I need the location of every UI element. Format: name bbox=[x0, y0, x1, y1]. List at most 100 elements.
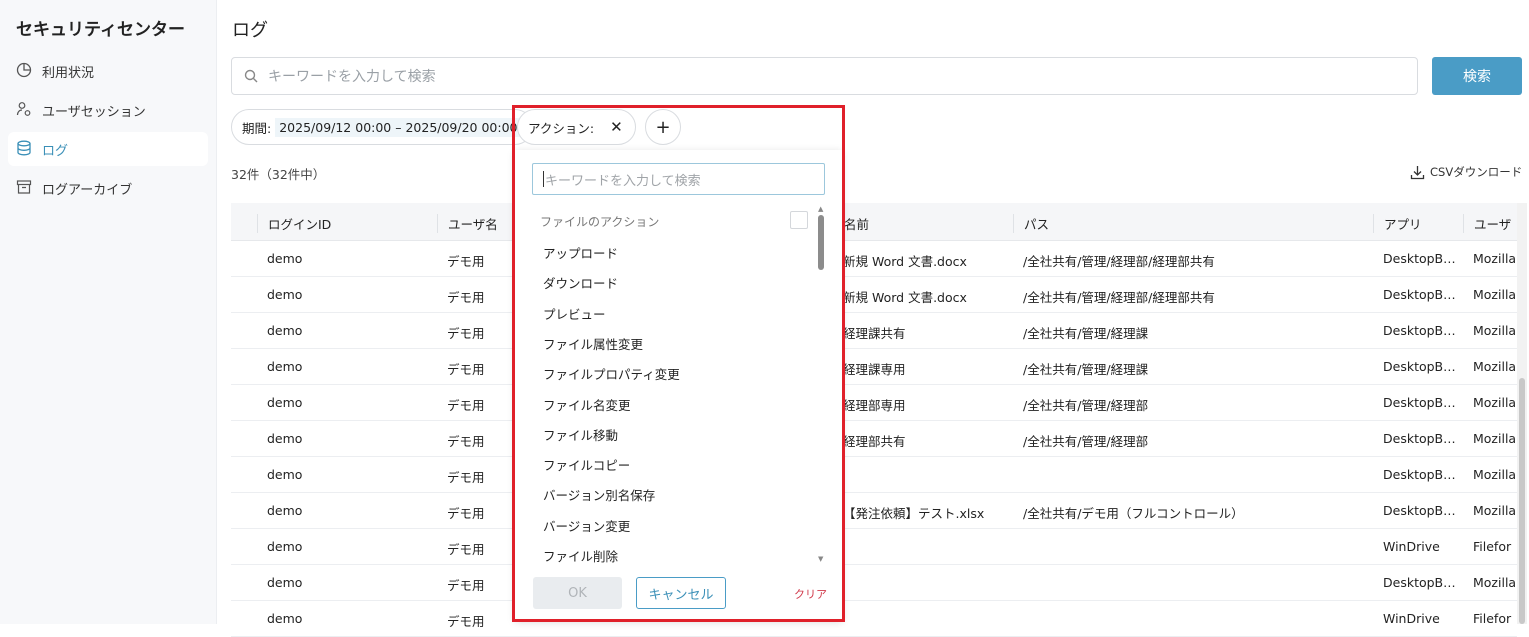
table-row[interactable]: demo デモ用 新規 Word 文書.docx/全社共有/管理/経理部/経理部共有… bbox=[231, 277, 1517, 313]
dropdown-option[interactable]: ファイル名変更 bbox=[543, 395, 631, 414]
column-header-user-name[interactable]: ユーザ名 bbox=[437, 214, 498, 233]
sidebar-item-log-archive[interactable]: ログアーカイブ bbox=[8, 171, 208, 205]
column-header-login-id[interactable]: ログインID bbox=[257, 214, 331, 233]
cell-login-id: demo bbox=[267, 431, 303, 446]
sidebar-item-label: ログ bbox=[42, 143, 69, 159]
table-row[interactable]: demo デモ用 DesktopB… Mozilla bbox=[231, 457, 1517, 493]
cell-name: 経理部共有 bbox=[843, 434, 906, 449]
table-row[interactable]: demo デモ用 WinDrive Filefor bbox=[231, 529, 1517, 565]
table-row[interactable]: demo デモ用 DesktopB… Mozilla bbox=[231, 565, 1517, 601]
csv-download-button[interactable]: CSVダウンロード bbox=[1410, 164, 1522, 180]
column-header-app[interactable]: アプリ bbox=[1373, 214, 1422, 233]
sidebar-item-user-session[interactable]: ユーザセッション bbox=[8, 93, 208, 127]
action-filter-dropdown: キーワードを入力して検索 ファイルのアクション アップロード ダウンロード プレビュ… bbox=[515, 150, 842, 620]
table-row[interactable]: demo デモ用 新規 Word 文書.docx/全社共有/管理/経理部/経理部共有… bbox=[231, 241, 1517, 277]
database-icon bbox=[16, 140, 34, 158]
scroll-up-icon[interactable]: ▲ bbox=[818, 205, 823, 213]
cell-name: 【発注依頼】テスト.xlsx bbox=[843, 506, 985, 521]
cell-login-id: demo bbox=[267, 359, 303, 374]
column-header-user-agent[interactable]: ユーザ bbox=[1463, 214, 1517, 233]
dropdown-scrollbar[interactable]: ▲ ▼ bbox=[816, 205, 826, 565]
table-row[interactable]: demo デモ用 経理課専用/全社共有/管理/経理課 DesktopB… Mozilla bbox=[231, 349, 1517, 385]
cell-login-id: demo bbox=[267, 287, 303, 302]
cell-app: DesktopB… bbox=[1383, 575, 1456, 590]
download-icon bbox=[1410, 165, 1425, 179]
option-group-label: ファイルのアクション bbox=[540, 215, 660, 229]
period-value: 2025/09/12 00:00 – 2025/09/20 00:00 bbox=[275, 117, 522, 137]
cell-name: 経理課専用 bbox=[843, 362, 906, 377]
sidebar-item-label: ログアーカイブ bbox=[42, 182, 133, 198]
cell-app: DesktopB… bbox=[1383, 359, 1456, 374]
cell-name: 新規 Word 文書.docx bbox=[843, 290, 967, 305]
cell-path: /全社共有/デモ用（フルコントロール） bbox=[1023, 506, 1244, 521]
search-icon bbox=[244, 69, 258, 83]
table-row[interactable]: demo デモ用 経理部共有/全社共有/管理/経理部 DesktopB… Mozilla bbox=[231, 421, 1517, 457]
dropdown-option[interactable]: ファイル属性変更 bbox=[543, 334, 643, 353]
dropdown-option[interactable]: ファイル削除 bbox=[543, 546, 618, 565]
cell-user-name: デモ用 bbox=[447, 290, 485, 305]
table-row[interactable]: demo デモ用 経理部専用/全社共有/管理/経理部 DesktopB… Mozilla bbox=[231, 385, 1517, 421]
cell-user-agent: Filefor bbox=[1473, 539, 1512, 554]
cell-user-name: デモ用 bbox=[447, 506, 485, 521]
dropdown-option[interactable]: ファイルコピー bbox=[543, 455, 630, 474]
action-label: アクション: bbox=[528, 120, 595, 136]
column-header-path[interactable]: パス bbox=[1013, 214, 1049, 233]
cell-path: /全社共有/管理/経理課 bbox=[1023, 362, 1149, 377]
archive-icon bbox=[16, 179, 34, 197]
search-placeholder: キーワードを入力して検索 bbox=[268, 69, 436, 85]
close-icon[interactable]: ✕ bbox=[610, 118, 623, 136]
sidebar: セキュリティセンター 利用状況 ユーザセッション ログ ログアーカイブ bbox=[0, 0, 217, 624]
scrollbar-thumb[interactable] bbox=[818, 215, 824, 270]
cell-user-name: デモ用 bbox=[447, 326, 485, 341]
dropdown-option[interactable]: バージョン別名保存 bbox=[543, 485, 655, 504]
cell-path: /全社共有/管理/経理部/経理部共有 bbox=[1023, 254, 1215, 269]
dropdown-option[interactable]: プレビュー bbox=[543, 304, 606, 323]
cell-name: 経理課共有 bbox=[843, 326, 906, 341]
dropdown-option[interactable]: アップロード bbox=[543, 243, 618, 262]
cancel-button[interactable]: キャンセル bbox=[636, 577, 726, 609]
dropdown-option[interactable]: ダウンロード bbox=[543, 273, 618, 292]
cell-login-id: demo bbox=[267, 395, 303, 410]
cell-user-agent: Mozilla bbox=[1473, 431, 1517, 446]
pie-chart-icon bbox=[16, 62, 34, 80]
search-input[interactable]: キーワードを入力して検索 bbox=[231, 57, 1418, 95]
cell-user-agent: Mozilla bbox=[1473, 395, 1517, 410]
result-count: 32件（32件中） bbox=[231, 167, 326, 182]
table-row[interactable]: demo デモ用 【発注依頼】テスト.xlsx/全社共有/デモ用（フルコントロール）… bbox=[231, 493, 1517, 529]
scrollbar-thumb[interactable] bbox=[1519, 378, 1525, 624]
sidebar-item-log[interactable]: ログ bbox=[8, 132, 208, 166]
sidebar-item-usage[interactable]: 利用状況 bbox=[8, 54, 208, 88]
page-title: ログ bbox=[232, 20, 268, 41]
table-row[interactable]: demo デモ用 経理課共有/全社共有/管理/経理課 DesktopB… Mozilla bbox=[231, 313, 1517, 349]
dropdown-option[interactable]: バージョン変更 bbox=[543, 516, 630, 535]
dropdown-option[interactable]: ファイルプロパティ変更 bbox=[543, 364, 680, 383]
cell-user-agent: Mozilla bbox=[1473, 287, 1517, 302]
cell-path: /全社共有/管理/経理部 bbox=[1023, 398, 1149, 413]
cell-user-agent: Mozilla bbox=[1473, 467, 1517, 482]
table-row[interactable]: demo デモ用 WinDrive Filefor bbox=[231, 601, 1517, 637]
cell-login-id: demo bbox=[267, 575, 303, 590]
period-label: 期間: bbox=[242, 120, 272, 136]
group-checkbox[interactable] bbox=[790, 211, 808, 229]
period-filter-chip[interactable]: 期間: 2025/09/12 00:00 – 2025/09/20 00:00 bbox=[231, 109, 533, 145]
cell-app: DesktopB… bbox=[1383, 503, 1456, 518]
cell-user-agent: Mozilla bbox=[1473, 503, 1517, 518]
cell-login-id: demo bbox=[267, 467, 303, 482]
add-filter-button[interactable]: + bbox=[645, 109, 681, 145]
cell-app: DesktopB… bbox=[1383, 431, 1456, 446]
cell-user-name: デモ用 bbox=[447, 434, 485, 449]
cell-name: 新規 Word 文書.docx bbox=[843, 254, 967, 269]
ok-button[interactable]: OK bbox=[533, 577, 622, 609]
cell-user-name: デモ用 bbox=[447, 578, 485, 593]
dropdown-option[interactable]: ファイル移動 bbox=[543, 425, 618, 444]
table-scrollbar[interactable] bbox=[1517, 203, 1527, 624]
clear-button[interactable]: クリア bbox=[794, 586, 827, 602]
cell-app: WinDrive bbox=[1383, 539, 1440, 554]
dropdown-search-input[interactable]: キーワードを入力して検索 bbox=[532, 163, 825, 195]
cell-login-id: demo bbox=[267, 323, 303, 338]
action-filter-chip[interactable]: アクション: ✕ bbox=[517, 109, 636, 145]
cell-app: DesktopB… bbox=[1383, 323, 1456, 338]
search-button[interactable]: 検索 bbox=[1432, 57, 1522, 95]
cell-app: DesktopB… bbox=[1383, 287, 1456, 302]
scroll-down-icon[interactable]: ▼ bbox=[818, 555, 823, 563]
